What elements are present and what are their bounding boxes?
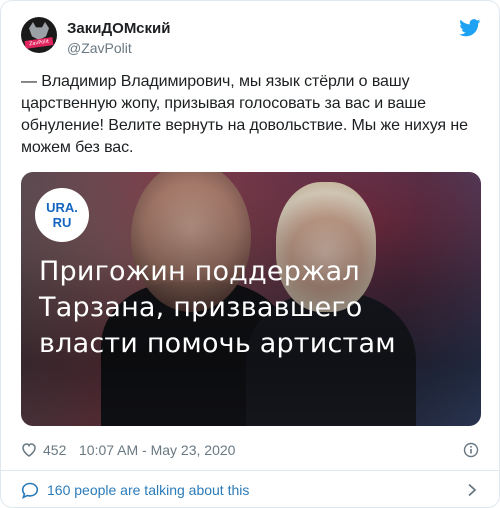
- logo-line-2: RU: [52, 215, 72, 230]
- info-icon[interactable]: [463, 442, 479, 458]
- tweet-timestamp[interactable]: 10:07 AM - May 23, 2020: [79, 440, 235, 460]
- conversation-link[interactable]: 160 people are talking about this: [21, 479, 481, 501]
- ura-ru-logo: URA. RU: [35, 188, 89, 242]
- avatar[interactable]: ZavPolit: [21, 17, 57, 53]
- tweet-media-image[interactable]: URA. RU Пригожин поддержал Тарзана, приз…: [21, 172, 481, 426]
- author-display-name[interactable]: ЗакиДОМский: [67, 19, 170, 39]
- divider: [1, 470, 499, 471]
- talking-count-text[interactable]: 160 people are talking about this: [47, 480, 249, 500]
- author-handle[interactable]: @ZavPolit: [67, 39, 170, 57]
- author-names: ЗакиДОМский @ZavPolit: [67, 19, 170, 57]
- tweet-meta: 452 10:07 AM - May 23, 2020: [21, 440, 481, 460]
- avatar-tag: ZavPolit: [24, 37, 54, 49]
- tweet-text: — Владимир Владимирович, мы язык стёрли …: [21, 73, 468, 156]
- media-headline: Пригожин поддержал Тарзана, призвавшего …: [39, 256, 396, 359]
- speech-bubble-icon: [21, 482, 39, 499]
- tweet-header: ZavPolit ЗакиДОМский @ZavPolit: [21, 17, 481, 61]
- like-count[interactable]: 452: [43, 440, 66, 460]
- chevron-right-icon[interactable]: [467, 483, 477, 497]
- logo-line-1: URA.: [46, 200, 78, 215]
- twitter-bird-icon[interactable]: [459, 19, 481, 37]
- heart-icon[interactable]: [21, 442, 37, 458]
- tweet-card: ZavPolit ЗакиДОМский @ZavPolit — Владими…: [0, 0, 500, 508]
